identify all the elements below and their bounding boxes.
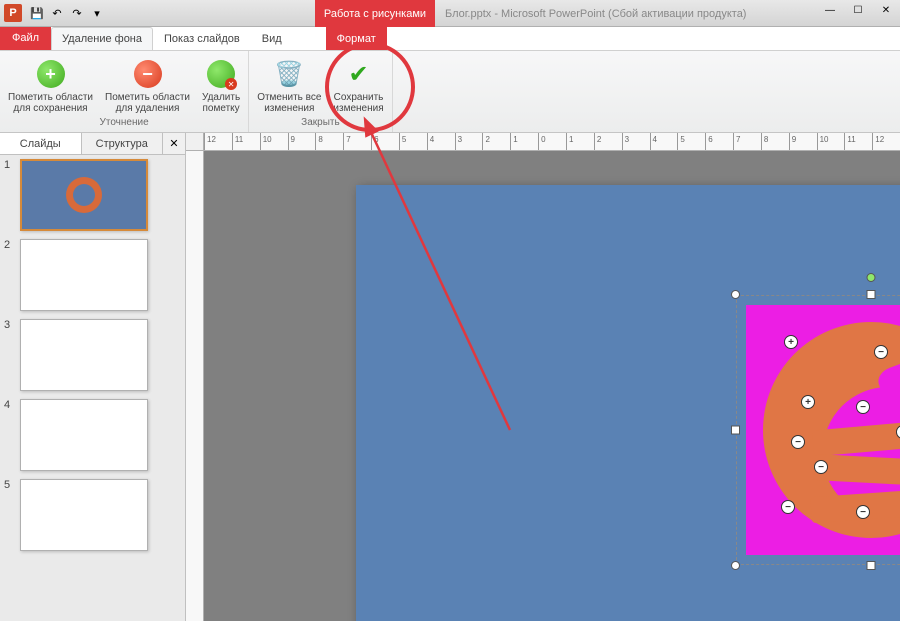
qat-customize-icon[interactable]: ▾ (88, 4, 106, 22)
maximize-button[interactable]: ☐ (844, 0, 872, 20)
ribbon-group-refine: + Пометить области для сохранения − Поме… (0, 51, 249, 132)
ribbon-group-close: 🗑️ Отменить все изменения ✔ Сохранить из… (249, 51, 392, 132)
title-bar: P 💾 ↶ ↷ ▾ Работа с рисунками Блог.pptx -… (0, 0, 900, 27)
selection-border (736, 295, 900, 565)
thumbnail-item[interactable]: 1 (4, 159, 181, 231)
slide-thumbnail-1[interactable] (20, 159, 148, 231)
undo-icon[interactable]: ↶ (48, 4, 66, 22)
vertical-ruler (186, 151, 204, 621)
plus-circle-icon: + (37, 60, 65, 88)
horizontal-ruler: 1211109876543210123456789101112 (204, 133, 900, 151)
slide-thumbnail-3[interactable] (20, 319, 148, 391)
slide-panel: Слайды Структура ✕ 1 2 3 4 5 (0, 133, 186, 621)
window-controls: — ☐ ✕ (816, 0, 900, 20)
resize-handle-b[interactable] (867, 561, 876, 570)
ruler-corner (186, 133, 204, 151)
resize-handle-t[interactable] (867, 290, 876, 299)
rotate-handle[interactable] (867, 273, 876, 282)
save-icon[interactable]: 💾 (28, 4, 46, 22)
thumbnail-item[interactable]: 2 (4, 239, 181, 311)
checkmark-icon: ✔ (343, 58, 375, 90)
slide-thumbnails[interactable]: 1 2 3 4 5 (0, 155, 185, 621)
tab-remove-background[interactable]: Удаление фона (51, 27, 153, 50)
resize-handle-l[interactable] (731, 426, 740, 435)
redo-icon[interactable]: ↷ (68, 4, 86, 22)
ribbon-tabs: Файл Удаление фона Показ слайдов Вид Фор… (0, 27, 900, 51)
thumbnail-item[interactable]: 5 (4, 479, 181, 551)
slide-editor[interactable]: 1211109876543210123456789101112 + (186, 133, 900, 621)
slide-thumbnail-5[interactable] (20, 479, 148, 551)
workspace: Слайды Структура ✕ 1 2 3 4 5 (0, 133, 900, 621)
tab-slides[interactable]: Слайды (0, 133, 82, 154)
window-title: Блог.pptx - Microsoft PowerPoint (Сбой а… (445, 0, 746, 27)
tab-slideshow[interactable]: Показ слайдов (153, 27, 251, 50)
resize-handle-bl[interactable] (731, 561, 740, 570)
powerpoint-icon: P (4, 4, 22, 22)
minus-circle-icon: − (134, 60, 162, 88)
mark-keep-button[interactable]: + Пометить области для сохранения (6, 56, 95, 117)
close-button[interactable]: ✕ (872, 0, 900, 20)
thumbnail-item[interactable]: 4 (4, 399, 181, 471)
slide-thumbnail-2[interactable] (20, 239, 148, 311)
close-panel-icon[interactable]: ✕ (163, 133, 185, 154)
image-selection[interactable]: + − + + − − − − + − − − (736, 295, 900, 565)
slide-thumbnail-4[interactable] (20, 399, 148, 471)
mark-remove-button[interactable]: − Пометить области для удаления (103, 56, 192, 117)
delete-mark-button[interactable]: Удалить пометку (200, 56, 242, 117)
ribbon: + Пометить области для сохранения − Поме… (0, 51, 900, 133)
recycle-bin-icon: 🗑️ (273, 58, 305, 90)
delete-mark-icon (207, 60, 235, 88)
discard-changes-button[interactable]: 🗑️ Отменить все изменения (255, 56, 323, 117)
tab-format[interactable]: Формат (326, 27, 387, 50)
minimize-button[interactable]: — (816, 0, 844, 20)
thumbnail-item[interactable]: 3 (4, 319, 181, 391)
resize-handle-tl[interactable] (731, 290, 740, 299)
tab-outline[interactable]: Структура (82, 133, 164, 154)
contextual-tab-header: Работа с рисунками (315, 0, 435, 27)
tab-file[interactable]: Файл (0, 26, 51, 50)
tab-view[interactable]: Вид (251, 27, 293, 50)
keep-changes-button[interactable]: ✔ Сохранить изменения (331, 56, 385, 117)
slide-panel-tabs: Слайды Структура ✕ (0, 133, 185, 155)
quick-access-toolbar: 💾 ↶ ↷ ▾ (28, 4, 106, 22)
slide-canvas[interactable]: + − + + − − − − + − − − (356, 185, 900, 621)
